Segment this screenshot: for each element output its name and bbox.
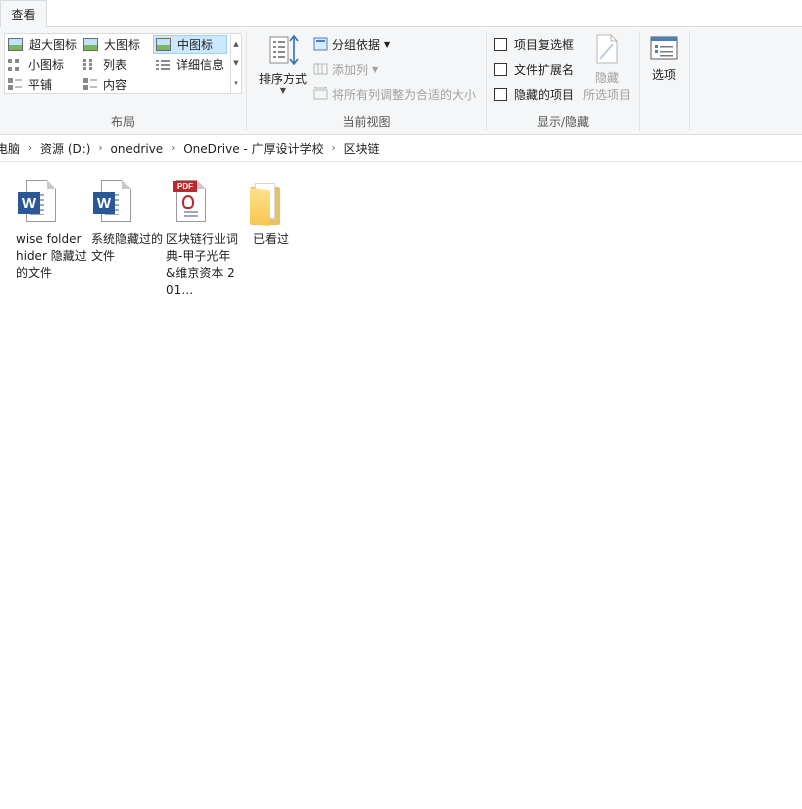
options-label: 选项 [651, 68, 676, 82]
file-extensions-label: 文件扩展名 [514, 62, 575, 77]
layout-item-label: 大图标 [104, 38, 141, 52]
sort-by-button[interactable]: 排序方式 ▼ [257, 33, 309, 95]
sort-dropdown-icon: ▼ [279, 86, 287, 95]
group-separator [639, 31, 640, 131]
breadcrumb-onedrive[interactable]: onedrive [104, 142, 169, 156]
file-item[interactable]: W 系统隐藏过的文件 [91, 179, 163, 265]
add-columns-label: 添加列 [332, 62, 369, 77]
content-icon [83, 78, 97, 90]
options-icon [650, 36, 678, 60]
breadcrumb-blockchain[interactable]: 区块链 [338, 140, 386, 157]
group-label-layout: 布局 [110, 115, 135, 129]
hide-selected-label-1: 隐藏 [594, 71, 619, 85]
item-checkboxes-toggle[interactable]: 项目复选框 [494, 34, 574, 54]
breadcrumb-onedrive-org[interactable]: OneDrive - 广厚设计学校 [177, 140, 329, 157]
word-document-icon: W [91, 179, 139, 227]
extra-large-icons-icon [8, 38, 23, 51]
layout-medium-icons[interactable]: 中图标 [153, 35, 227, 54]
tiles-icon [8, 78, 22, 90]
chevron-right-icon[interactable]: › [26, 143, 34, 154]
file-extensions-toggle[interactable]: 文件扩展名 [494, 59, 574, 79]
breadcrumb-this-pc[interactable]: 电脑 [0, 140, 26, 157]
file-name: 区块链行业词典-甲子光年&维京资本 201… [166, 232, 239, 297]
breadcrumb-drive-d[interactable]: 资源 (D:) [34, 140, 96, 157]
fit-columns-icon [313, 86, 328, 101]
medium-icons-icon [156, 38, 171, 51]
gallery-scroll-up-icon[interactable]: ▲ [231, 34, 241, 53]
layout-list[interactable]: 列表 [81, 55, 131, 74]
layout-gallery-scroller: ▲ ▼ ▾ [230, 34, 241, 93]
layout-item-label: 详细信息 [176, 58, 225, 72]
ribbon: 超大图标 大图标 中图标 小图标 列表 详细信息 平铺 内容 ▲ ▼ ▾ 布局 … [0, 27, 802, 135]
folder-item[interactable]: 已看过 [241, 179, 313, 248]
item-checkboxes-checkbox[interactable] [494, 37, 507, 51]
file-list: W wise folder hider 隐藏过的文件 W 系统隐藏过的文件 PD… [0, 163, 802, 809]
layout-tiles[interactable]: 平铺 [6, 75, 56, 93]
group-by-label: 分组依据 [332, 37, 381, 52]
folder-icon [241, 179, 289, 227]
layout-item-label: 内容 [103, 77, 128, 92]
list-icon [83, 58, 97, 71]
file-item[interactable]: W wise folder hider 隐藏过的文件 [16, 179, 88, 282]
fit-columns-label: 将所有列调整为合适的大小 [332, 87, 477, 102]
hide-selected-button[interactable]: 隐藏 所选项目 [579, 33, 635, 103]
file-name: wise folder hider 隐藏过的文件 [16, 232, 87, 280]
pdf-document-icon: PDF [166, 179, 214, 227]
layout-gallery: 超大图标 大图标 中图标 小图标 列表 详细信息 平铺 内容 ▲ ▼ ▾ [4, 33, 242, 94]
group-by-dropdown-icon: ▼ [384, 39, 391, 49]
layout-large-icons[interactable]: 大图标 [81, 35, 144, 54]
chevron-right-icon[interactable]: › [169, 143, 177, 154]
layout-group: 超大图标 大图标 中图标 小图标 列表 详细信息 平铺 内容 ▲ ▼ ▾ 布局 [0, 27, 246, 135]
hidden-items-checkbox[interactable] [494, 87, 507, 101]
tab-view[interactable]: 查看 [0, 0, 47, 28]
word-document-icon: W [16, 179, 64, 227]
ribbon-tab-strip: 查看 [0, 0, 802, 28]
chevron-right-icon[interactable]: › [96, 143, 104, 154]
small-icons-icon [8, 58, 22, 71]
layout-item-label: 超大图标 [29, 38, 78, 52]
layout-item-label: 平铺 [28, 77, 53, 92]
file-item[interactable]: PDF 区块链行业词典-甲子光年&维京资本 201… [166, 179, 238, 299]
group-separator [689, 31, 690, 131]
details-icon [156, 58, 170, 71]
group-by-button[interactable]: 分组依据 ▼ [313, 34, 390, 54]
fit-columns-button[interactable]: 将所有列调整为合适的大小 [313, 84, 476, 104]
item-checkboxes-label: 项目复选框 [514, 37, 575, 52]
file-extensions-checkbox[interactable] [494, 62, 507, 76]
gallery-scroll-down-icon[interactable]: ▼ [231, 53, 241, 72]
layout-details[interactable]: 详细信息 [154, 55, 228, 74]
sort-by-label: 排序方式 [258, 72, 307, 86]
folder-name: 已看过 [253, 232, 290, 246]
hide-selected-icon [596, 34, 618, 64]
layout-item-label: 中图标 [177, 38, 214, 52]
layout-small-icons[interactable]: 小图标 [6, 55, 68, 74]
show-hide-group: 项目复选框 文件扩展名 隐藏的项目 隐藏 所选项目 显示/隐藏 [487, 27, 639, 135]
sort-icon [269, 34, 299, 66]
group-by-icon [313, 37, 328, 51]
large-icons-icon [83, 38, 98, 51]
hidden-items-toggle[interactable]: 隐藏的项目 [494, 84, 574, 104]
group-label-current-view: 当前视图 [342, 115, 391, 129]
group-label-show-hide: 显示/隐藏 [536, 115, 590, 129]
hide-selected-label-2: 所选项目 [582, 88, 631, 102]
layout-extra-large-icons[interactable]: 超大图标 [6, 35, 81, 54]
chevron-right-icon[interactable]: › [330, 143, 338, 154]
add-columns-dropdown-icon: ▼ [372, 64, 379, 74]
breadcrumb: 电脑 › 资源 (D:) › onedrive › OneDrive - 广厚设… [0, 136, 802, 162]
current-view-group: 排序方式 ▼ 分组依据 ▼ 添加列 ▼ 将所有列调整为合适的大小 当前视图 [247, 27, 486, 135]
layout-item-label: 列表 [103, 58, 128, 72]
layout-content[interactable]: 内容 [81, 75, 131, 93]
add-columns-button[interactable]: 添加列 ▼ [313, 59, 378, 79]
gallery-expand-icon[interactable]: ▾ [231, 73, 241, 92]
options-button[interactable]: 选项 [643, 35, 685, 83]
hidden-items-label: 隐藏的项目 [514, 87, 575, 102]
layout-item-label: 小图标 [28, 58, 65, 72]
add-columns-icon [313, 62, 328, 76]
file-name: 系统隐藏过的文件 [91, 232, 164, 263]
